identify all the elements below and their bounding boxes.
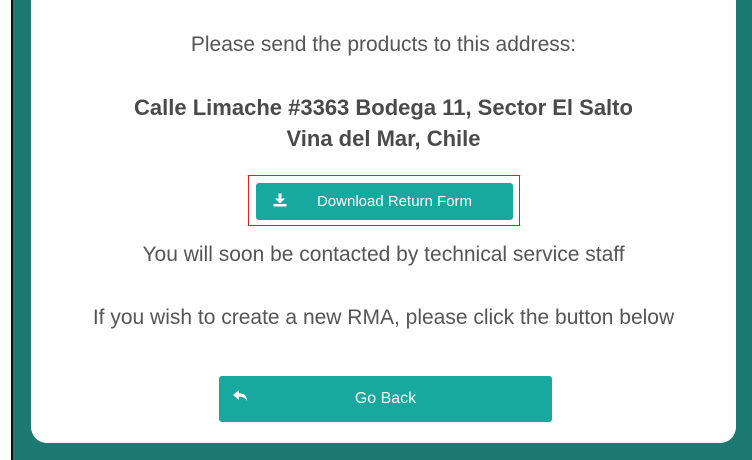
confirmation-card: Please send the products to this address… (31, 0, 736, 443)
reply-arrow-icon (233, 390, 249, 408)
screenshot-frame: Please send the products to this address… (0, 0, 752, 460)
address-line-2: Vina del Mar, Chile (286, 126, 481, 151)
go-back-label: Go Back (354, 390, 417, 407)
contact-message: You will soon be contacted by technical … (142, 243, 625, 266)
go-back-button[interactable]: Go Back (219, 376, 552, 422)
download-return-form-button[interactable]: Download Return Form (256, 183, 513, 220)
address-line-1: Calle Limache #3363 Bodega 11, Sector El… (134, 95, 633, 120)
download-button-label: Download Return Form (316, 193, 473, 210)
instruction-text: Please send the products to this address… (190, 33, 577, 56)
new-rma-message: If you wish to create a new RMA, please … (92, 306, 675, 329)
download-icon (273, 193, 287, 210)
